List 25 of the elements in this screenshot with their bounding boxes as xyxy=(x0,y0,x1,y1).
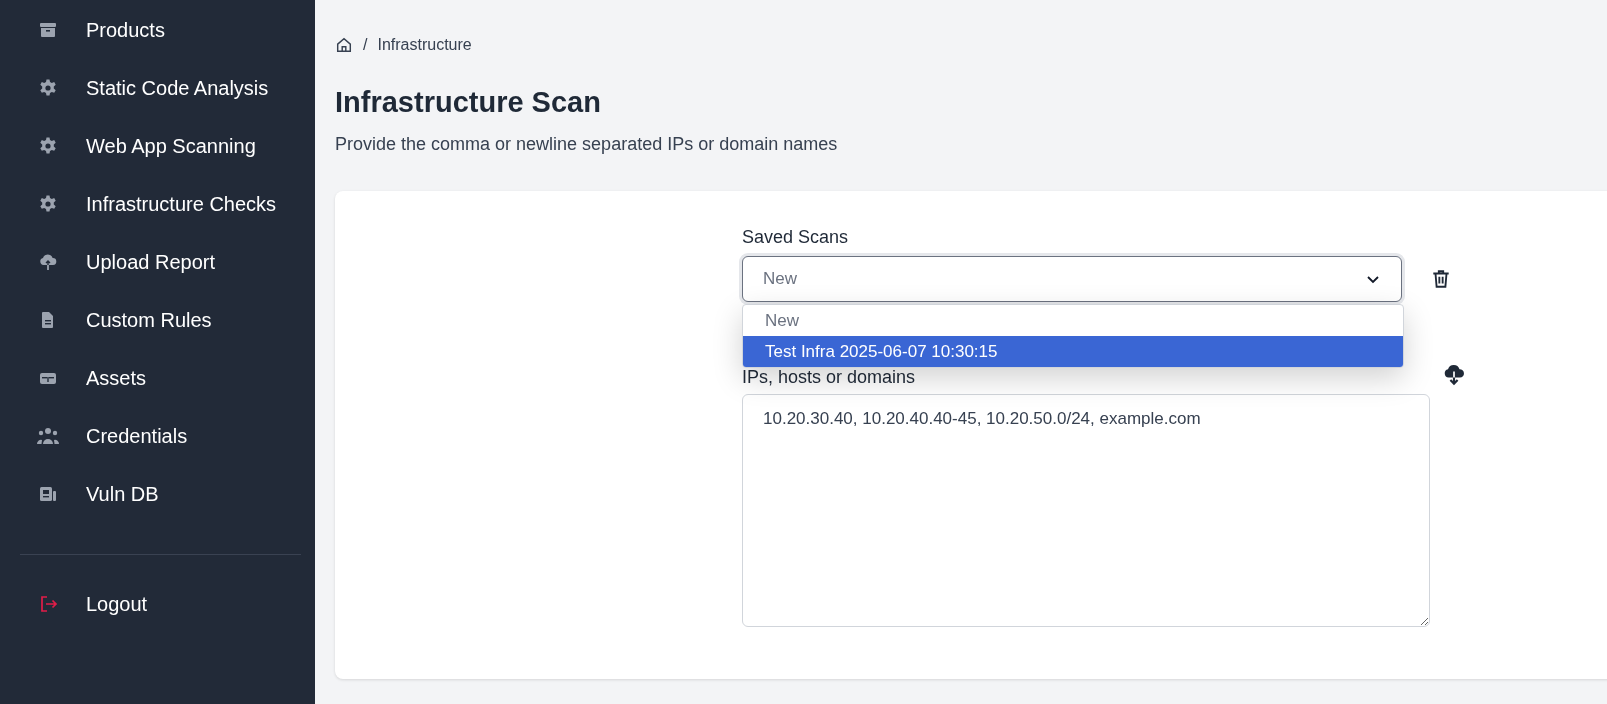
saved-scans-select[interactable]: New xyxy=(742,256,1402,302)
sidebar-item[interactable]: Upload Report xyxy=(0,233,315,291)
cloud-download-icon[interactable] xyxy=(1442,362,1466,386)
breadcrumb-item[interactable]: Infrastructure xyxy=(377,36,472,54)
sidebar-item[interactable]: Credentials xyxy=(0,407,315,465)
sidebar-item[interactable]: Web App Scanning xyxy=(0,117,315,175)
sidebar-item[interactable]: Vuln DB xyxy=(0,465,315,523)
breadcrumb-separator: / xyxy=(363,36,368,54)
field-label: Saved Scans xyxy=(742,227,849,248)
field-label: IPs, hosts or domains xyxy=(742,366,916,388)
dropdown-option[interactable]: Test Infra 2025-06-07 10:30:15 xyxy=(743,336,1403,367)
dropdown-option[interactable]: New xyxy=(743,305,1403,336)
sidebar-item[interactable]: Products xyxy=(0,1,315,59)
page-title: Infrastructure Scan xyxy=(335,86,602,119)
trash-icon[interactable] xyxy=(1430,268,1452,290)
sidebar-item[interactable]: Custom Rules xyxy=(0,291,315,349)
page-subtitle: Provide the comma or newline separated IPs or domain names xyxy=(335,134,839,155)
targets-textarea[interactable]: 10.20.30.40, 10.20.40.40-45, 10.20.50.0/24, example.com xyxy=(742,394,1430,627)
select-value: New xyxy=(763,269,797,289)
sidebar-item[interactable]: Logout xyxy=(0,575,315,633)
home-icon[interactable] xyxy=(335,36,353,54)
users-icon xyxy=(36,426,60,446)
sidebar-item[interactable]: Static Code Analysis xyxy=(0,59,315,117)
sidebar-item[interactable]: Assets xyxy=(0,349,315,407)
sidebar-item[interactable]: Infrastructure Checks xyxy=(0,175,315,233)
